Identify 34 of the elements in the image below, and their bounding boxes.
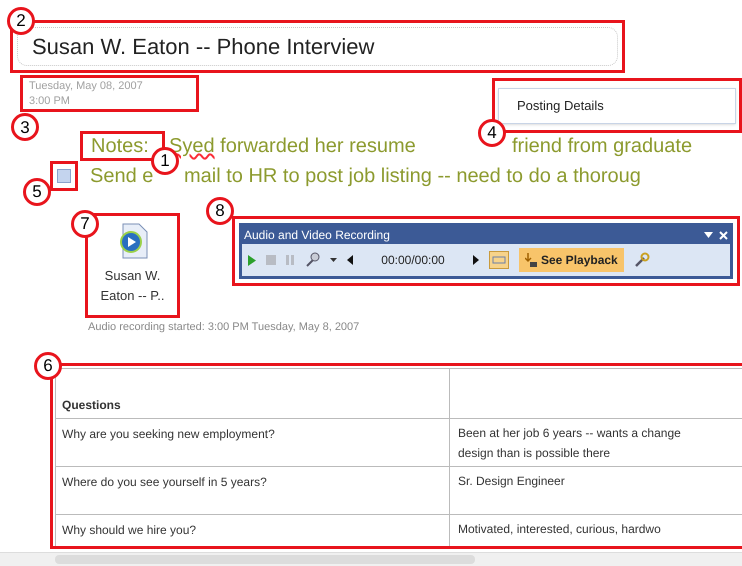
forward-icon[interactable] (473, 255, 479, 265)
see-playback-button[interactable]: See Playback (519, 248, 624, 272)
note-label: Notes: (91, 134, 149, 159)
callout-number: 6 (34, 352, 62, 380)
todo-checkbox[interactable] (57, 169, 71, 183)
attachment-label[interactable]: Susan W. Eaton -- P.. (90, 266, 176, 306)
dropdown-icon[interactable] (704, 232, 713, 238)
recording-caption: Audio recording started: 3:00 PM Tuesday, May 8, 2007 (88, 320, 360, 334)
todo-text: Send e (90, 164, 154, 189)
dropdown-icon[interactable] (330, 258, 337, 262)
table-cell: Where do you see yourself in 5 years? (56, 467, 450, 514)
callout-number: 4 (478, 119, 506, 147)
page-time: 3:00 PM (29, 94, 71, 108)
close-icon[interactable] (719, 230, 728, 240)
play-icon[interactable] (248, 254, 256, 266)
toolbar-title: Audio and Video Recording (244, 227, 390, 244)
page-date: Tuesday, May 08, 2007 (29, 78, 144, 94)
time-display: 00:00/00:00 (380, 252, 446, 269)
horizontal-scrollbar[interactable] (0, 552, 742, 566)
table-cell-text: Motivated, interested, curious, hardwo (458, 521, 661, 538)
todo-text: mail to HR to post job listing -- need to do a thoroug (184, 164, 641, 189)
callout-number: 5 (23, 178, 51, 206)
table-cell-text: design than is possible there (458, 445, 612, 462)
tag-menu[interactable]: Posting Details (498, 88, 736, 124)
table-cell-text: Sr. Design Engineer (458, 473, 565, 490)
callout-number: 7 (71, 210, 99, 238)
rewind-icon[interactable] (347, 255, 353, 265)
table-cell: Why are you seeking new employment? (56, 419, 450, 466)
note-text: friend from graduate (512, 134, 692, 159)
callout-number: 8 (206, 197, 234, 225)
callout-number: 2 (7, 7, 35, 35)
playback-icon (525, 253, 537, 267)
table-cell-text: Been at her job 6 years -- wants a change (458, 425, 681, 442)
callout-number: 3 (11, 113, 39, 141)
